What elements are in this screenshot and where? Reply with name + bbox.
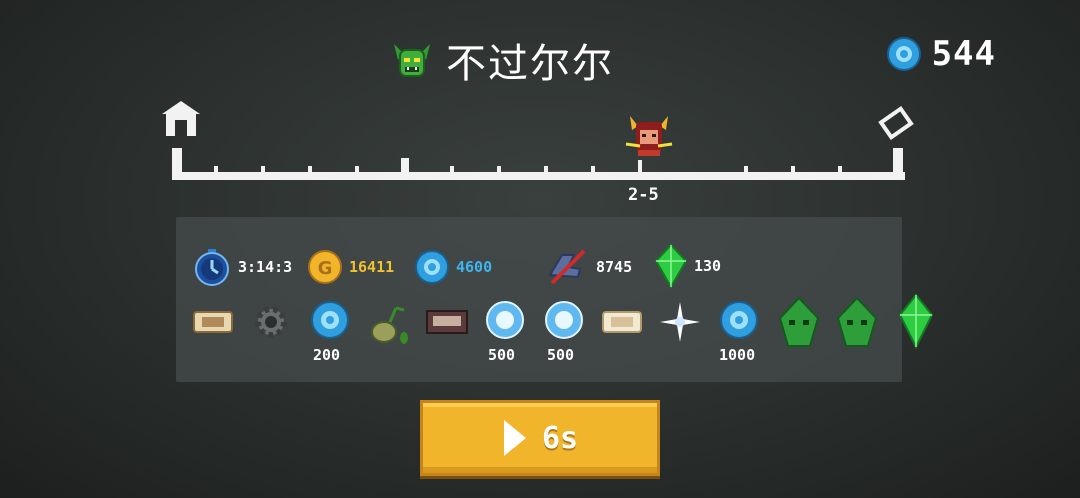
gem-count: 500 (547, 346, 575, 364)
time-stat: 3:14:3 (192, 247, 292, 287)
goblin-item (774, 294, 824, 350)
gear-item (249, 300, 293, 344)
ticket-item (600, 300, 644, 344)
gem-balance: 544 (886, 34, 996, 74)
seed-sprout-icon (371, 306, 408, 344)
card-icon (426, 310, 468, 334)
gold-value: 16411 (349, 258, 395, 276)
track-line (172, 172, 905, 180)
demon-mask-icon (394, 44, 430, 77)
svg-text:G: G (318, 258, 333, 279)
crystal-item (896, 292, 936, 350)
home-icon (162, 101, 200, 136)
gold-stat: G 16411 (307, 249, 394, 285)
track-tick (261, 166, 265, 174)
track-checkpoint (401, 158, 409, 180)
gem-coin-icon (415, 250, 449, 284)
track-tick (791, 166, 795, 174)
green-goblin-icon (836, 296, 878, 347)
track-tick (744, 166, 748, 174)
goblin-item (832, 294, 882, 350)
stage-label: 2-5 (628, 185, 659, 205)
track-tick (214, 166, 218, 174)
track-end-post (893, 148, 903, 180)
gem-count: 200 (313, 346, 341, 364)
green-crystal-icon (654, 243, 688, 289)
stopwatch-icon (195, 249, 229, 286)
hero-marker-icon (625, 116, 673, 156)
flag-icon (878, 105, 914, 141)
gem-item-500-a (483, 298, 527, 342)
current-position-marker (638, 160, 642, 174)
kills-value: 8745 (596, 258, 633, 276)
time-value: 3:14:3 (238, 258, 293, 276)
card-item (425, 300, 469, 344)
gold-coin-icon: G (308, 250, 342, 284)
sparkle-item (658, 300, 702, 344)
gem-coin-icon (720, 301, 758, 339)
gem-stat: 4600 (414, 249, 492, 285)
gem-item-200 (308, 298, 352, 342)
gem-item-1000 (717, 298, 761, 342)
gem-count: 1000 (719, 346, 756, 364)
crossed-boot-icon (548, 249, 586, 285)
gem-value: 4600 (456, 258, 493, 276)
countdown-label: 6s (541, 420, 579, 456)
level-title: 不过尔尔 (390, 30, 614, 90)
gem-count: 500 (488, 346, 516, 364)
gem-item-500-b (542, 298, 586, 342)
green-crystal-icon (898, 293, 934, 349)
gem-balance-value: 544 (931, 34, 996, 74)
crystal-stat: 130 (654, 243, 721, 289)
crystal-value: 130 (694, 257, 722, 275)
green-goblin-icon (778, 296, 820, 347)
gem-coin-icon (486, 301, 524, 339)
play-icon (503, 420, 526, 456)
track-tick (308, 166, 312, 174)
track-tick (591, 166, 595, 174)
gem-coin-icon (886, 37, 921, 71)
kills-stat: 8745 (544, 247, 632, 287)
page-title: 不过尔尔 (446, 41, 614, 87)
track-tick (838, 166, 842, 174)
gem-coin-icon (545, 301, 583, 339)
sparkle-icon (660, 302, 700, 342)
continue-button[interactable]: 6s (420, 400, 660, 476)
ticket-icon (193, 311, 233, 333)
gear-icon (255, 306, 287, 338)
gem-coin-icon (311, 301, 349, 339)
ticket-item (191, 300, 235, 344)
ticket-icon (602, 311, 642, 333)
seed-item (366, 302, 410, 346)
track-tick (355, 166, 359, 174)
track-tick (497, 166, 501, 174)
track-tick (450, 166, 454, 174)
track-tick (544, 166, 548, 174)
